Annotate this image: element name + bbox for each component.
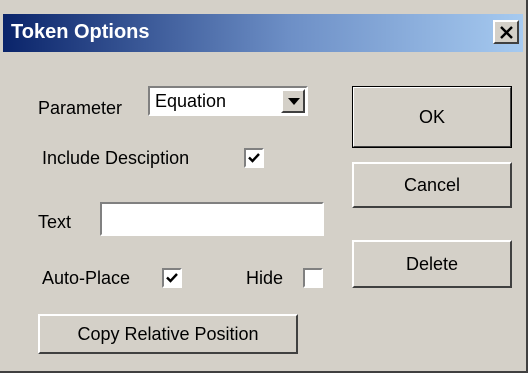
hide-checkbox[interactable] xyxy=(303,268,323,288)
hide-label: Hide xyxy=(246,268,284,288)
parameter-selected-value: Equation xyxy=(155,91,227,111)
parameter-label: Parameter xyxy=(38,98,123,118)
checkmark-icon xyxy=(166,273,178,283)
parameter-combobox[interactable]: Equation xyxy=(148,86,308,116)
checkmark-icon xyxy=(248,153,260,163)
ok-button[interactable]: OK xyxy=(352,86,512,148)
window-title: Token Options xyxy=(11,21,150,43)
title-bar[interactable]: Token Options xyxy=(3,14,523,52)
close-icon xyxy=(500,26,513,39)
parameter-dropdown-button[interactable] xyxy=(281,89,305,113)
cancel-button[interactable]: Cancel xyxy=(352,162,512,208)
include-description-checkbox[interactable] xyxy=(244,148,264,168)
close-button[interactable] xyxy=(493,20,519,44)
auto-place-label: Auto-Place xyxy=(42,268,131,288)
copy-relative-position-button[interactable]: Copy Relative Position xyxy=(38,314,298,354)
delete-button[interactable]: Delete xyxy=(352,240,512,288)
chevron-down-icon xyxy=(288,98,300,105)
text-label: Text xyxy=(38,212,72,232)
token-options-dialog: Token Options Parameter Equation Include… xyxy=(0,0,528,373)
text-input[interactable] xyxy=(100,202,324,236)
auto-place-checkbox[interactable] xyxy=(162,268,182,288)
include-description-label: Include Desciption xyxy=(42,148,190,168)
